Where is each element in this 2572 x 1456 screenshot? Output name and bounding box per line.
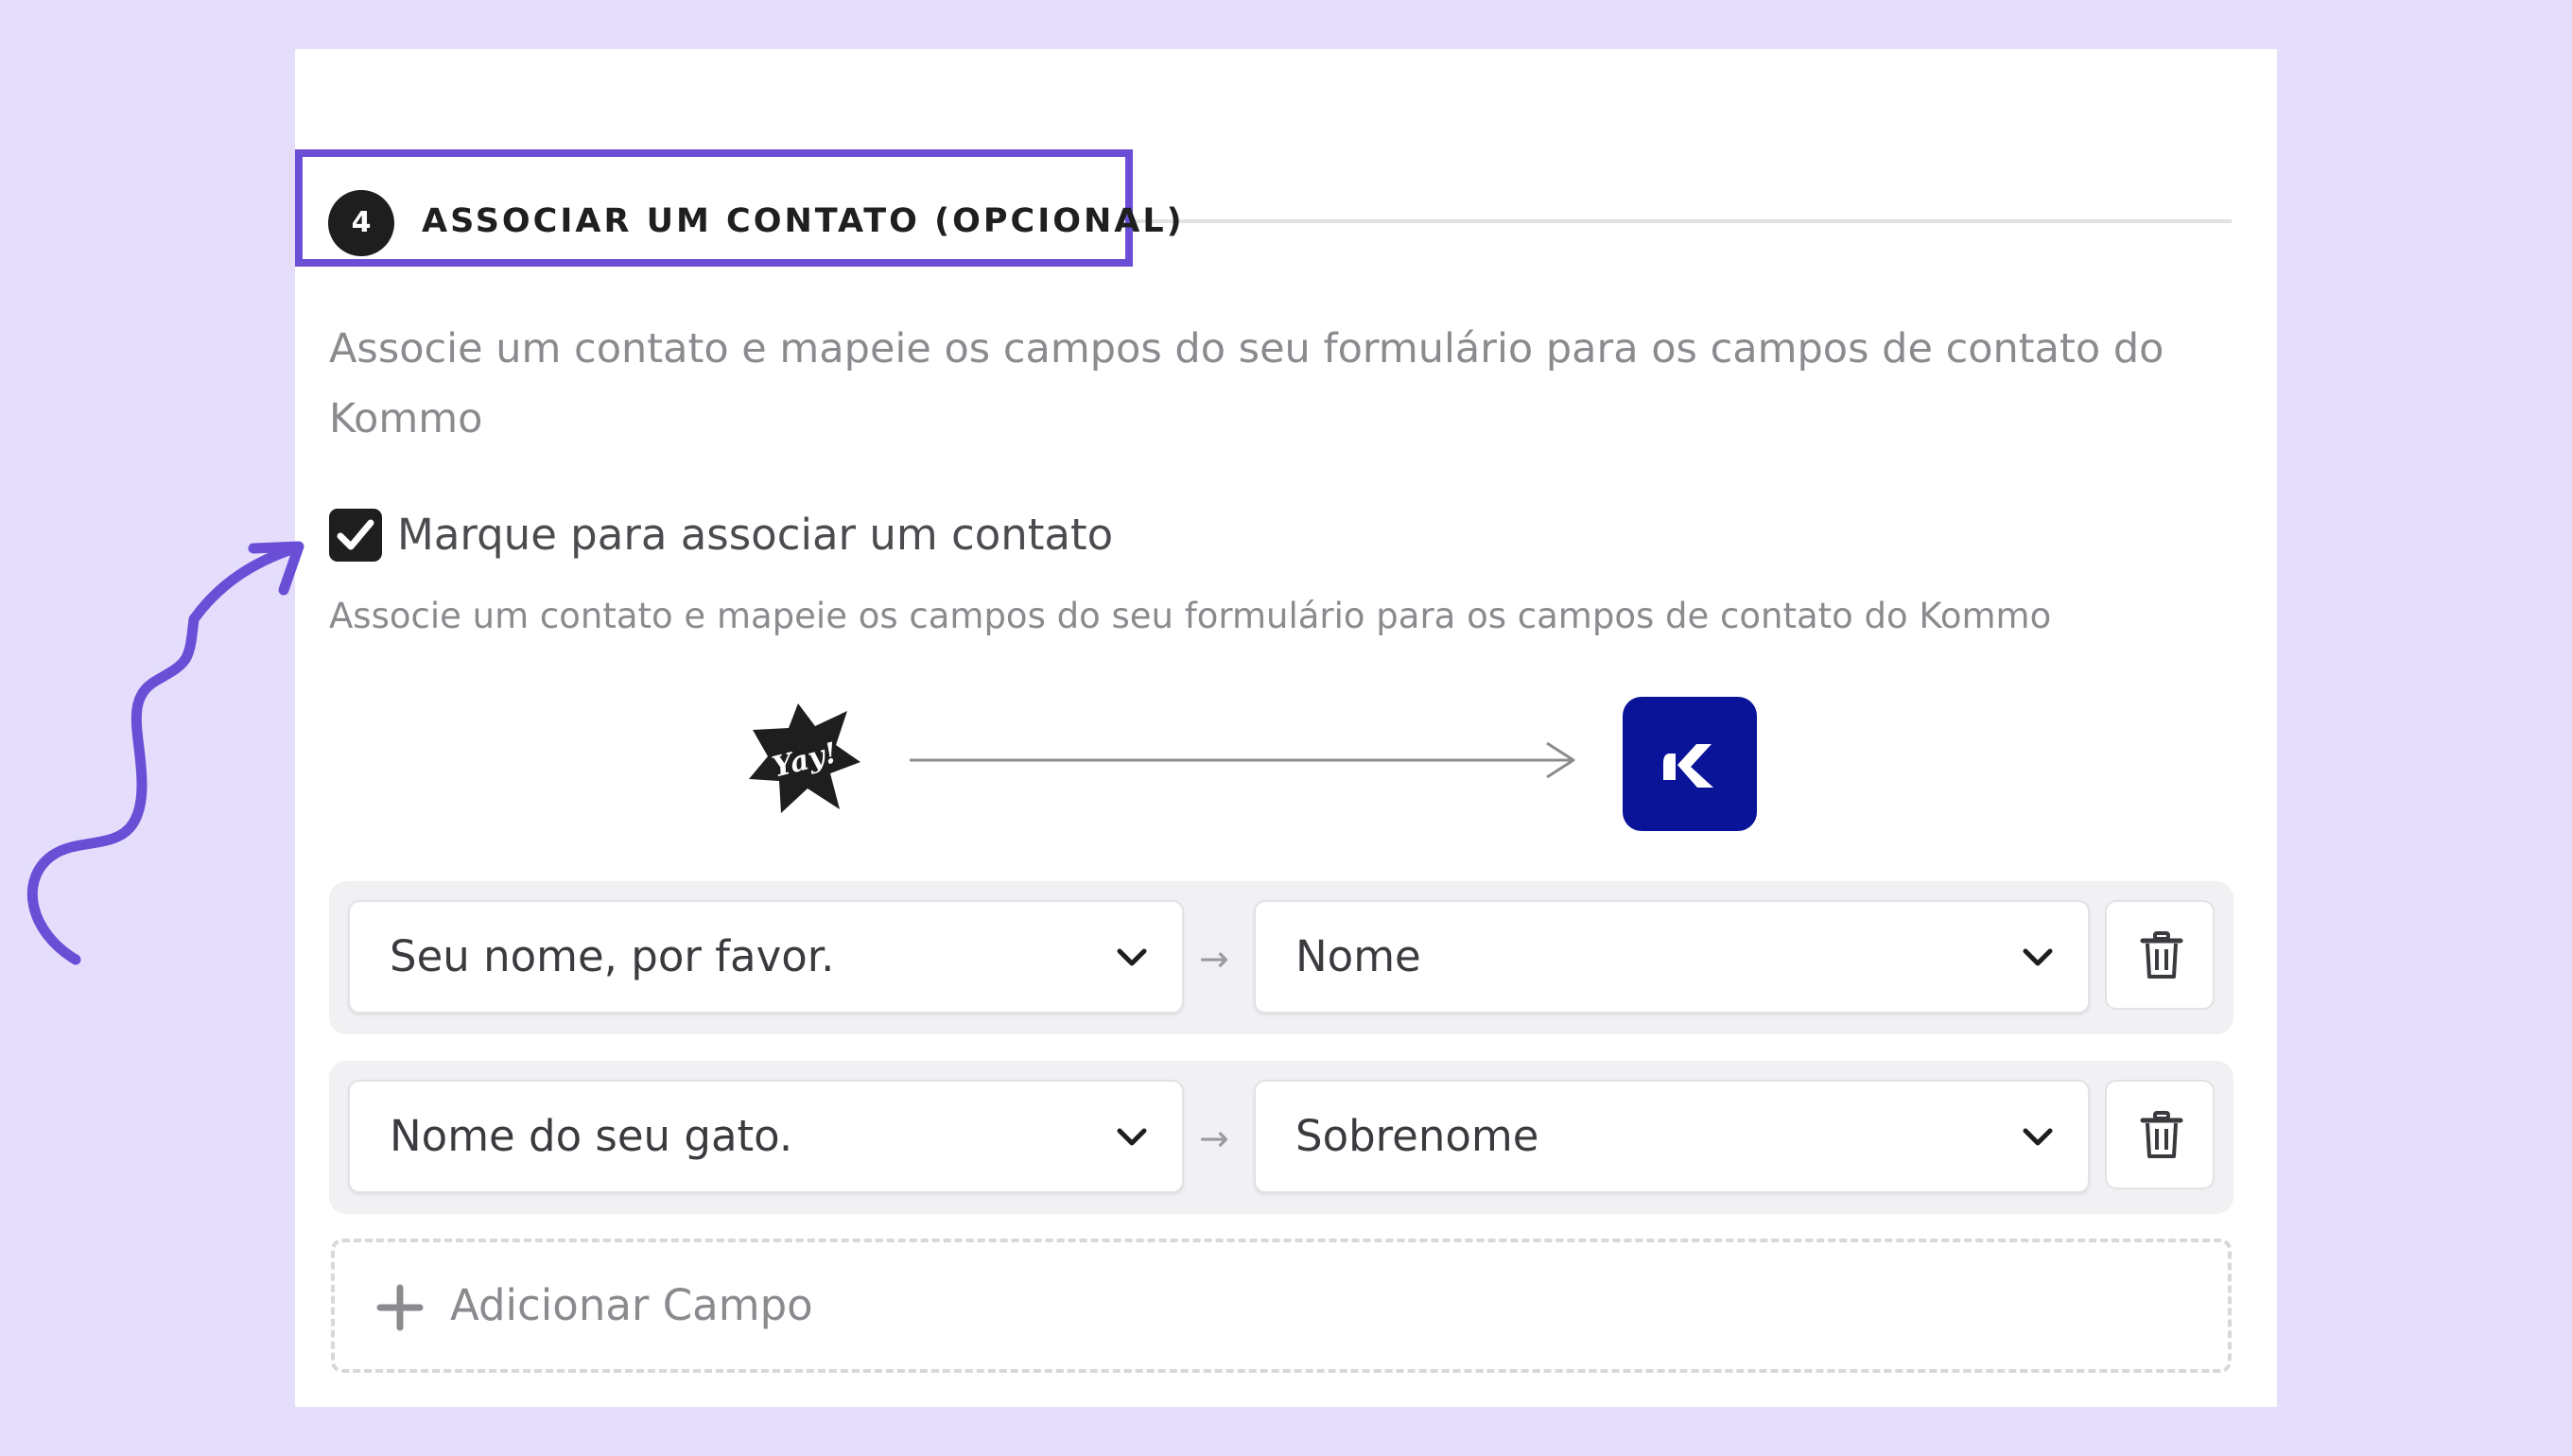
section-divider [1135,219,2232,223]
chevron-down-icon [1117,948,1147,966]
source-field-select[interactable]: Nome do seu gato. [348,1080,1184,1193]
source-field-value: Nome do seu gato. [390,1111,793,1161]
delete-mapping-button[interactable] [2105,900,2215,1010]
trash-icon [2140,931,2183,979]
target-field-select[interactable]: Nome [1254,900,2090,1014]
associate-contact-label[interactable]: Marque para associar um contato [397,510,1113,560]
source-field-select[interactable]: Seu nome, por favor. [348,900,1184,1014]
mapping-arrow: → [1199,938,1229,979]
target-field-select[interactable]: Sobrenome [1254,1080,2090,1193]
associate-contact-checkbox[interactable] [329,509,382,562]
field-mapping-row: Seu nome, por favor. → Nome [329,881,2233,1034]
target-field-value: Sobrenome [1295,1111,1539,1161]
delete-mapping-button[interactable] [2105,1080,2215,1189]
plus-icon [376,1284,424,1331]
source-field-value: Seu nome, por favor. [390,931,835,981]
field-mapping-row: Nome do seu gato. → Sobrenome [329,1061,2233,1214]
associate-contact-helper: Associe um contato e mapeie os campos do… [329,596,2052,636]
target-field-value: Nome [1295,931,1421,981]
add-field-label: Adicionar Campo [450,1280,813,1330]
kommo-logo [1623,697,1757,831]
section-title: ASSOCIAR UM CONTATO (OPCIONAL) [422,202,1185,240]
trash-icon [2140,1111,2183,1158]
add-field-button[interactable]: Adicionar Campo [331,1239,2232,1373]
integration-flow-arrow [908,739,1579,785]
chevron-down-icon [2023,948,2053,966]
section-description: Associe um contato e mapeie os campos do… [329,325,2164,442]
chevron-down-icon [2023,1128,2053,1146]
chevron-down-icon [1117,1128,1147,1146]
checkmark-icon [337,519,374,550]
step-number-badge: 4 [328,190,394,256]
mapping-arrow: → [1199,1118,1229,1159]
annotation-arrow-icon [26,541,304,965]
yay-forms-logo: Yay! [743,702,864,819]
